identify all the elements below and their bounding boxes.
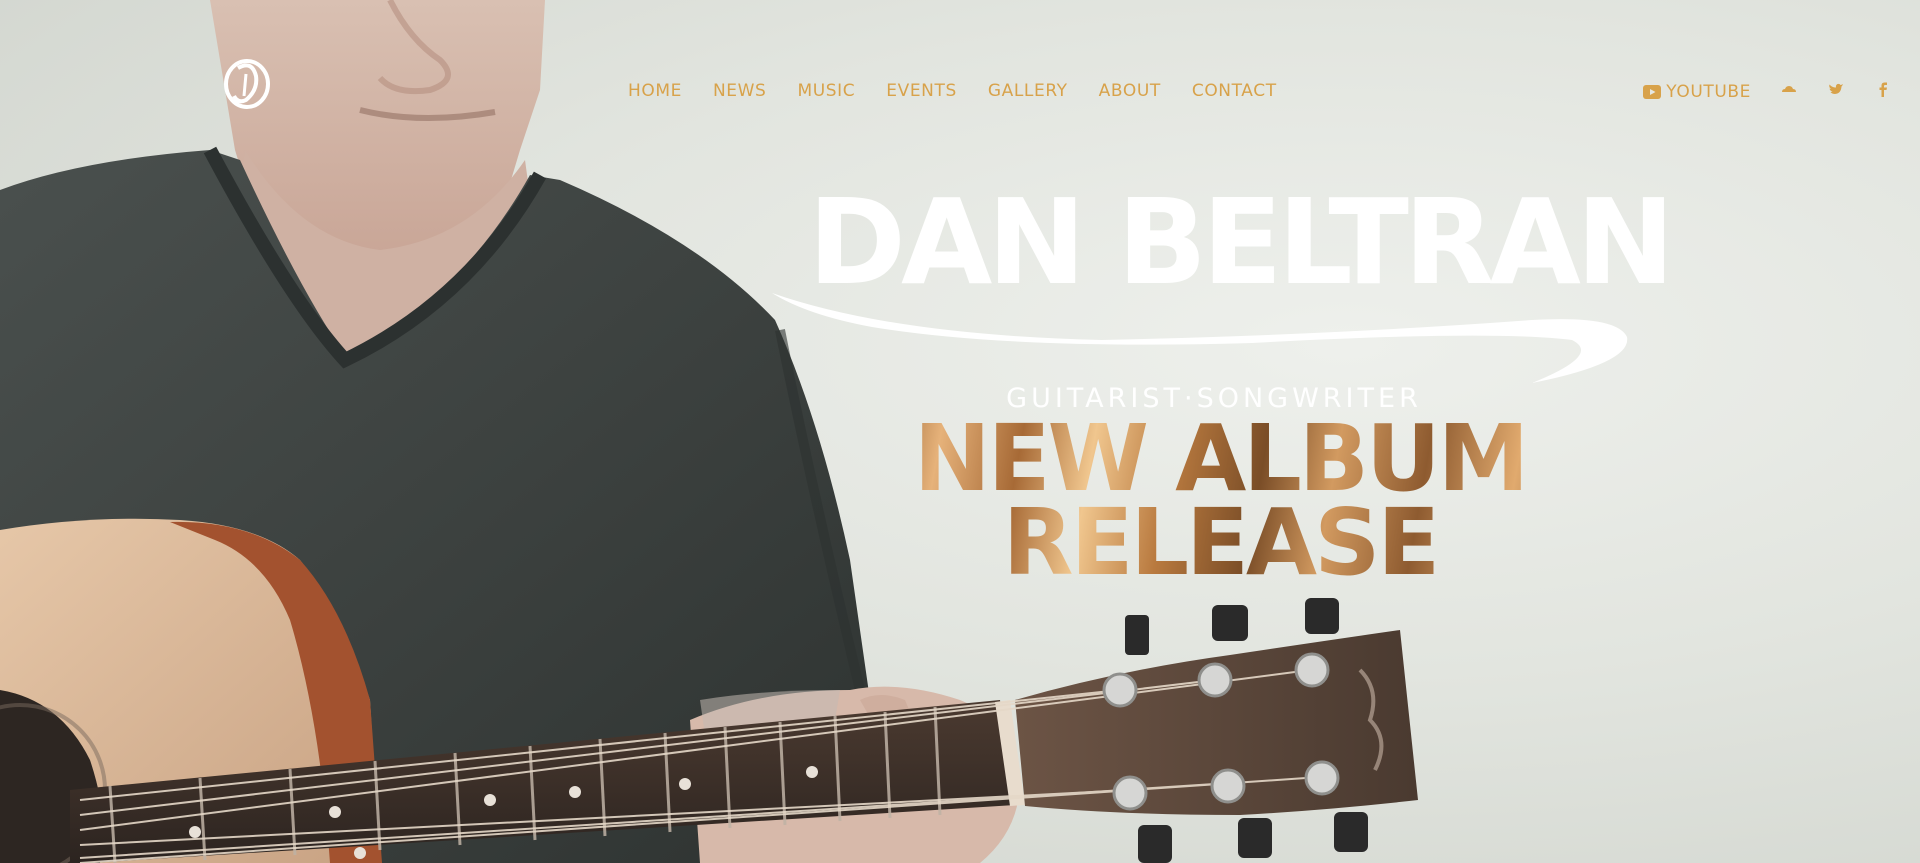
- nav-link-contact[interactable]: CONTACT: [1192, 80, 1277, 102]
- nav-item-home: HOME: [628, 80, 682, 102]
- nav-item-gallery: GALLERY: [988, 80, 1068, 102]
- nav-link-about[interactable]: ABOUT: [1099, 80, 1161, 102]
- twitter-icon: [1829, 83, 1843, 94]
- soundcloud-link[interactable]: [1780, 80, 1798, 104]
- facebook-link[interactable]: [1874, 80, 1892, 104]
- youtube-icon: [1643, 85, 1662, 99]
- social-links: YOUTUBE: [1643, 80, 1892, 104]
- album-headline[interactable]: NEW ALBUM RELEASE: [780, 417, 1660, 585]
- facebook-icon: [1879, 82, 1887, 97]
- nav-item-events: EVENTS: [886, 80, 957, 102]
- nav-link-home[interactable]: HOME: [628, 80, 682, 102]
- album-headline-line2: RELEASE: [1002, 489, 1438, 596]
- youtube-link[interactable]: YOUTUBE: [1643, 81, 1751, 103]
- nav-link-news[interactable]: NEWS: [713, 80, 766, 102]
- nav-link-music[interactable]: MUSIC: [797, 80, 855, 102]
- nav-item-music: MUSIC: [797, 80, 855, 102]
- nav-link-events[interactable]: EVENTS: [886, 80, 957, 102]
- main-nav: HOME NEWS MUSIC EVENTS GALLERY ABOUT CON…: [628, 80, 1277, 102]
- nav-item-contact: CONTACT: [1192, 80, 1277, 102]
- artist-name: DAN BELTRAN: [808, 173, 1675, 311]
- site-logo[interactable]: [222, 56, 272, 110]
- twitter-link[interactable]: [1827, 80, 1845, 104]
- nav-link-gallery[interactable]: GALLERY: [988, 80, 1068, 102]
- soundcloud-icon: [1782, 86, 1796, 92]
- nav-item-news: NEWS: [713, 80, 766, 102]
- hero-title-group: DAN BELTRAN GUITARIST·SONGWRITER NEW ALB…: [772, 183, 1675, 605]
- youtube-label: YOUTUBE: [1666, 82, 1751, 102]
- hero-section: HOME NEWS MUSIC EVENTS GALLERY ABOUT CON…: [0, 0, 1920, 863]
- nav-item-about: ABOUT: [1099, 80, 1161, 102]
